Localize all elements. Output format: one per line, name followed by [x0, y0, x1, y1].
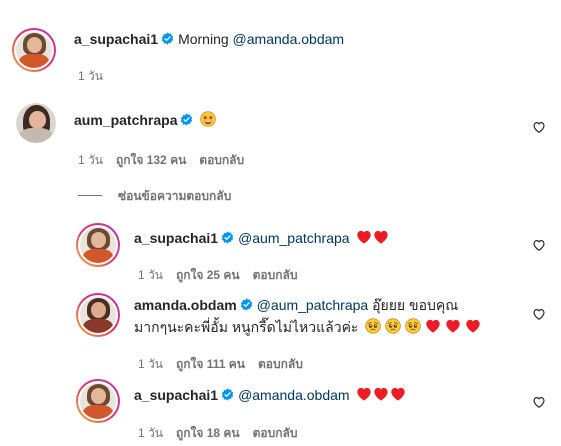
red-heart-emoji-icon: [373, 229, 389, 245]
like-heart-icon[interactable]: [532, 120, 546, 134]
reply-button[interactable]: ตอบกลับ: [258, 357, 303, 371]
avatar[interactable]: [16, 103, 56, 143]
comment-time[interactable]: 1 วัน: [138, 426, 163, 440]
verified-badge-icon: [240, 298, 253, 311]
pleading-face-emoji-icon: [365, 318, 381, 334]
red-heart-emoji-icon: [373, 386, 389, 402]
reply-button[interactable]: ตอบกลับ: [199, 153, 244, 167]
comment-text-line-2: มากๆนะคะพี่อั้ม หนูกรี๊ดไม่ไหวแล้วค่ะ: [134, 319, 359, 335]
comment-text: Morning: [178, 31, 229, 47]
mention-link[interactable]: @amanda.obdam: [238, 387, 350, 403]
mention-link[interactable]: @amanda.obdam: [233, 31, 345, 47]
red-heart-emoji-icon: [425, 318, 441, 334]
username[interactable]: a_supachai1: [74, 31, 158, 47]
like-heart-icon[interactable]: [532, 395, 546, 409]
red-heart-emoji-icon: [356, 229, 372, 245]
verified-badge-icon: [180, 113, 193, 126]
verified-badge-icon: [221, 388, 234, 401]
verified-badge-icon: [221, 231, 234, 244]
avatar[interactable]: [76, 379, 120, 423]
comment-text-line-1: อุ๊ยยย ขอบคุณ: [372, 297, 459, 313]
mention-link[interactable]: @aum_patchrapa: [238, 230, 350, 246]
reply-button[interactable]: ตอบกลับ: [253, 268, 298, 282]
pleading-face-emoji-icon: [385, 318, 401, 334]
username[interactable]: a_supachai1: [134, 230, 218, 246]
red-heart-emoji-icon: [465, 318, 481, 334]
reply-button[interactable]: ตอบกลับ: [253, 426, 298, 440]
comment-time[interactable]: 1 วัน: [138, 268, 163, 282]
like-heart-icon[interactable]: [532, 307, 546, 321]
avatar[interactable]: [12, 28, 56, 72]
comment-time[interactable]: 1 วัน: [78, 153, 103, 167]
red-heart-emoji-icon: [356, 386, 372, 402]
username[interactable]: amanda.obdam: [134, 297, 237, 313]
likes-count[interactable]: ถูกใจ 132 คน: [116, 153, 186, 167]
mention-link[interactable]: @aum_patchrapa: [257, 297, 369, 313]
likes-count[interactable]: ถูกใจ 25 คน: [176, 268, 240, 282]
divider: [78, 195, 102, 196]
username[interactable]: aum_patchrapa: [74, 112, 177, 128]
avatar[interactable]: [76, 223, 120, 267]
comment-time[interactable]: 1 วัน: [138, 357, 163, 371]
pleading-face-emoji-icon: [405, 318, 421, 334]
likes-count[interactable]: ถูกใจ 111 คน: [176, 357, 245, 371]
star-struck-emoji-icon: [200, 111, 216, 127]
hide-replies-label: ซ่อนข้อความตอบกลับ: [118, 189, 232, 203]
like-heart-icon[interactable]: [532, 238, 546, 252]
likes-count[interactable]: ถูกใจ 18 คน: [176, 426, 240, 440]
red-heart-emoji-icon: [445, 318, 461, 334]
hide-replies-button[interactable]: ซ่อนข้อความตอบกลับ: [78, 187, 231, 206]
red-heart-emoji-icon: [390, 386, 406, 402]
username[interactable]: a_supachai1: [134, 387, 218, 403]
avatar[interactable]: [76, 293, 120, 337]
verified-badge-icon: [161, 32, 174, 45]
comment-time[interactable]: 1 วัน: [78, 69, 103, 83]
